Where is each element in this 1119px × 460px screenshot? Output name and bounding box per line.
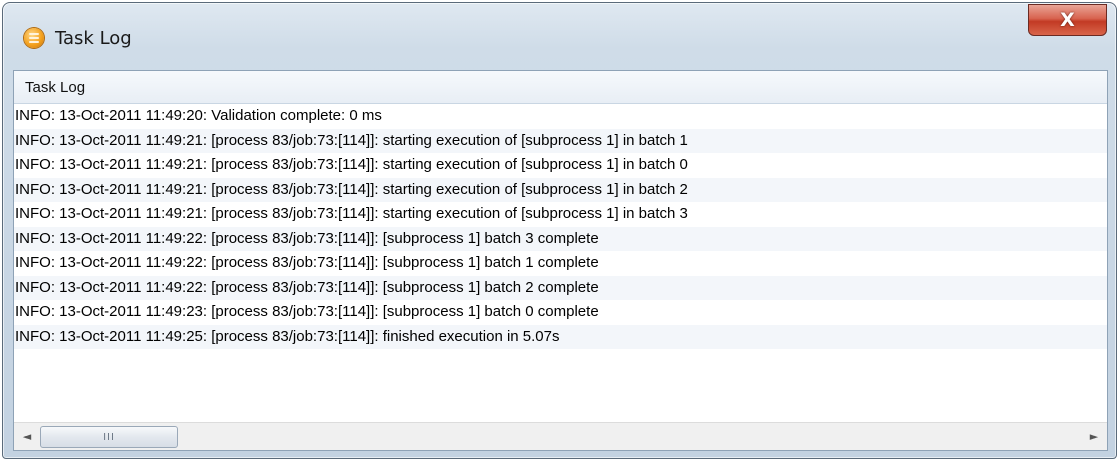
close-button[interactable]: X (1028, 4, 1107, 36)
grip-icon: III (103, 431, 115, 443)
list-bullets-icon (24, 28, 44, 48)
scrollbar-track[interactable]: III (40, 426, 1081, 448)
panel-header: Task Log (14, 71, 1107, 104)
log-line: INFO: 13-Oct-2011 11:49:23: [process 83/… (15, 303, 599, 320)
log-line: INFO: 13-Oct-2011 11:49:22: [process 83/… (15, 254, 599, 271)
log-line: INFO: 13-Oct-2011 11:49:22: [process 83/… (14, 275, 1107, 300)
scrollbar-thumb[interactable]: III (40, 426, 178, 448)
log-line: INFO: 13-Oct-2011 11:49:22: [process 83/… (14, 226, 1107, 251)
log-line: INFO: 13-Oct-2011 11:49:21: [process 83/… (14, 128, 1107, 153)
task-log-window: Task Log X Task Log INFO: 13-Oct-2011 11… (2, 2, 1117, 459)
horizontal-scrollbar[interactable]: ◄ III ► (14, 422, 1107, 450)
log-line: INFO: 13-Oct-2011 11:49:25: [process 83/… (14, 324, 1107, 349)
log-list[interactable]: INFO: 13-Oct-2011 11:49:20: Validation c… (14, 104, 1107, 413)
log-line: INFO: 13-Oct-2011 11:49:21: [process 83/… (15, 205, 688, 222)
log-line: INFO: 13-Oct-2011 11:49:20: Validation c… (15, 107, 382, 124)
scroll-left-icon[interactable]: ◄ (16, 423, 38, 450)
title-bar[interactable]: Task Log X (3, 3, 1116, 57)
log-line: INFO: 13-Oct-2011 11:49:21: [process 83/… (15, 156, 688, 173)
window-title: Task Log (55, 28, 132, 49)
log-line: INFO: 13-Oct-2011 11:49:21: [process 83/… (14, 177, 1107, 202)
close-icon: X (1060, 9, 1075, 31)
task-log-panel: Task Log INFO: 13-Oct-2011 11:49:20: Val… (13, 70, 1108, 451)
scroll-right-icon[interactable]: ► (1083, 423, 1105, 450)
